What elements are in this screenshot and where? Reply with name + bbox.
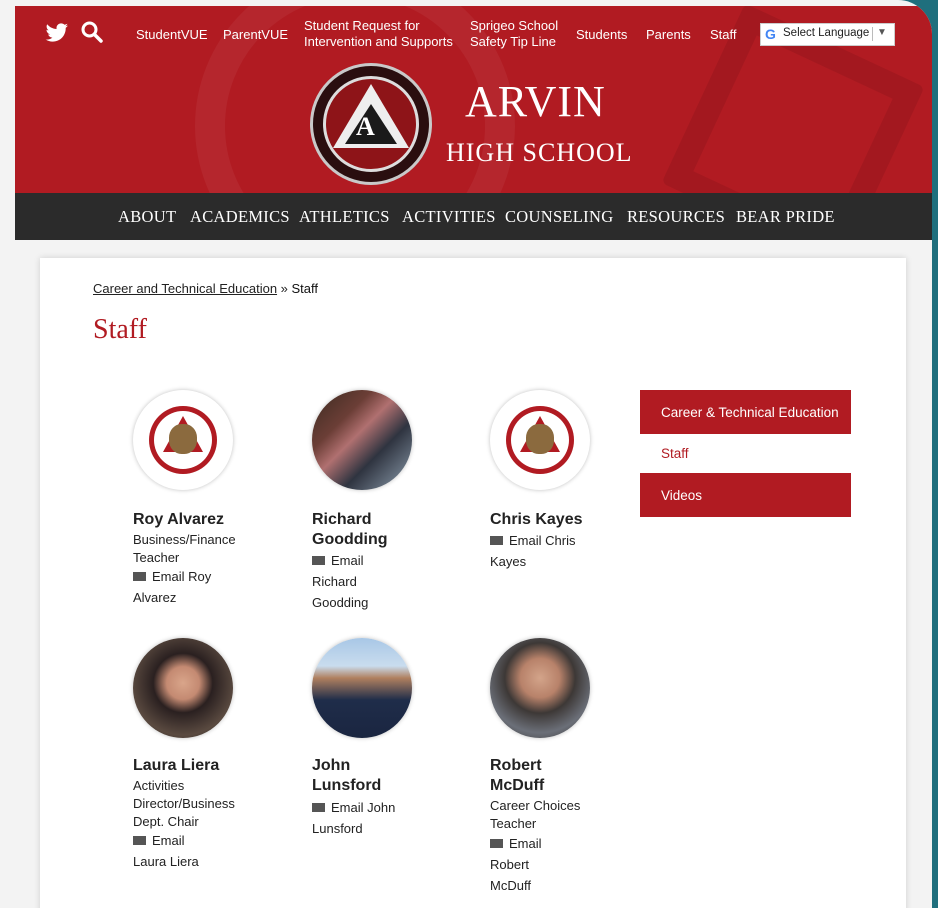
bear-logo-icon [506,406,574,474]
seal-letter: A [356,112,375,141]
staff-name: Roy Alvarez [133,511,224,528]
top-utility-nav: StudentVUE ParentVUE Student Request for… [15,6,932,66]
search-icon[interactable] [81,21,103,43]
breadcrumb-parent-link[interactable]: Career and Technical Education [93,281,277,296]
content-panel: Career and Technical Education » Staff S… [40,258,906,908]
staff-title: Activities Director/Business Dept. Chair [133,778,235,829]
language-select[interactable]: G Select Language ▼ [760,23,895,46]
envelope-icon [490,839,503,849]
nav-about[interactable]: ABOUT [118,207,176,227]
site-header: StudentVUE ParentVUE Student Request for… [15,6,932,193]
link-parents[interactable]: Parents [646,27,691,43]
sidebar-item-label: Staff [661,446,689,461]
envelope-icon [490,536,503,546]
staff-name: John Lunsford [312,757,382,794]
sidebar-item-staff[interactable]: Staff [661,446,689,461]
nav-bear-pride[interactable]: BEAR PRIDE [736,207,835,227]
nav-activities[interactable]: ACTIVITIES [402,207,496,227]
envelope-icon [312,556,325,566]
google-icon: G [765,26,776,42]
browser-window: StudentVUE ParentVUE Student Request for… [0,0,932,908]
envelope-icon [312,803,325,813]
school-name-line2[interactable]: HIGH SCHOOL [446,138,633,168]
staff-email-link[interactable]: Email Robert McDuff [490,833,570,896]
staff-photo-logo [490,390,590,490]
page-title: Staff [93,314,147,345]
main-nav: ABOUT ACADEMICS ATHLETICS ACTIVITIES COU… [15,193,932,240]
staff-photo [312,390,412,490]
link-students[interactable]: Students [576,27,627,43]
sidebar-item-label: Career & Technical Education [661,405,839,420]
chevron-down-icon: ▼ [877,27,887,38]
staff-name: Richard Goodding [312,511,388,548]
link-staff[interactable]: Staff [710,27,737,43]
language-select-divider [872,27,873,41]
breadcrumb: Career and Technical Education » Staff [93,281,318,296]
language-select-label: Select Language [783,27,870,39]
envelope-icon [133,836,146,846]
link-sprigeo[interactable]: Sprigeo School Safety Tip Line [470,18,570,50]
nav-academics[interactable]: ACADEMICS [190,207,290,227]
link-parentvue[interactable]: ParentVUE [223,27,288,43]
link-student-request[interactable]: Student Request for Intervention and Sup… [304,18,464,50]
staff-email-link[interactable]: Email Laura Liera [133,830,213,872]
link-studentvue[interactable]: StudentVUE [136,27,208,43]
sidebar-item-label: Videos [661,488,703,503]
staff-email-link[interactable]: Email John Lunsford [312,797,412,839]
staff-photo [490,638,590,738]
school-seal-logo[interactable]: A [310,63,432,185]
nav-counseling[interactable]: COUNSELING [505,207,613,227]
staff-name: Chris Kayes [490,511,583,528]
nav-athletics[interactable]: ATHLETICS [299,207,390,227]
staff-photo [312,638,412,738]
staff-name: Robert McDuff [490,757,545,794]
staff-photo-logo [133,390,233,490]
sidebar-item-career-technical-education[interactable]: Career & Technical Education [640,390,851,434]
nav-resources[interactable]: RESOURCES [627,207,725,227]
staff-name: Laura Liera [133,757,220,774]
staff-email-link[interactable]: Email Richard Goodding [312,550,392,613]
staff-photo [133,638,233,738]
twitter-icon[interactable] [45,23,69,43]
staff-title: Business/Finance Teacher [133,532,236,565]
staff-title: Career Choices Teacher [490,798,581,831]
bear-logo-icon [149,406,217,474]
staff-email-link[interactable]: Email Chris Kayes [490,530,580,572]
breadcrumb-current: Staff [291,281,319,296]
school-name-line1[interactable]: ARVIN [465,76,606,127]
breadcrumb-separator: » [277,281,292,296]
envelope-icon [133,572,146,582]
staff-email-link[interactable]: Email Roy Alvarez [133,566,233,608]
sidebar-item-videos[interactable]: Videos [640,473,851,517]
